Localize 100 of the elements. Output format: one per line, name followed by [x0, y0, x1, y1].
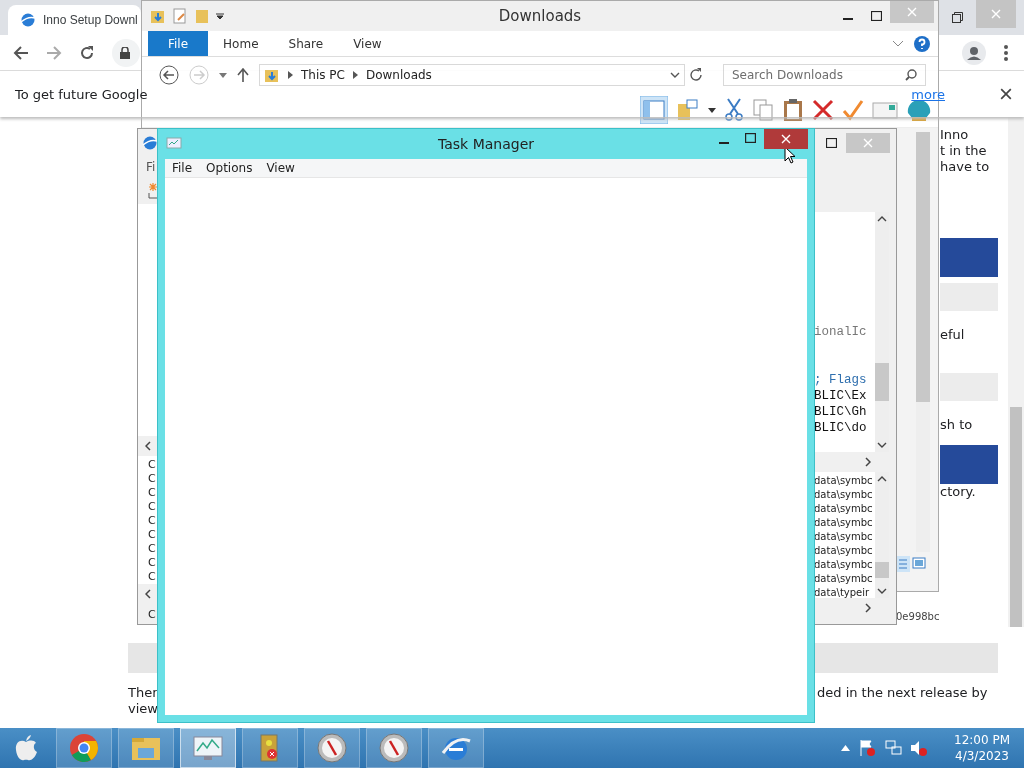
monitor-icon	[166, 137, 182, 151]
network-icon[interactable]	[884, 739, 902, 757]
refresh-icon[interactable]	[689, 68, 703, 82]
article-text: have to	[940, 159, 991, 175]
chrome-icon[interactable]	[69, 733, 99, 763]
ribbon-tab[interactable]: Share	[273, 31, 339, 56]
reload-icon[interactable]	[79, 44, 95, 61]
chevron-up-icon[interactable]	[841, 745, 850, 751]
scroll-left-icon[interactable]	[145, 589, 151, 599]
scroll-right-icon[interactable]	[865, 457, 871, 467]
address-bar[interactable]	[112, 38, 140, 67]
layout-icon[interactable]	[640, 96, 668, 124]
taskbar-button[interactable]	[56, 728, 112, 768]
apple-icon[interactable]	[13, 734, 39, 762]
list-text: C	[148, 542, 157, 556]
window-title: Downloads	[498, 7, 582, 25]
menu-icon[interactable]	[1004, 44, 1008, 61]
taskbar-button[interactable]	[242, 728, 298, 768]
compass-icon[interactable]	[379, 733, 409, 763]
scroll-down-icon[interactable]	[877, 442, 887, 448]
list-text: data\symbc	[814, 502, 874, 516]
taskbar-button[interactable]	[366, 728, 422, 768]
chevron-icon[interactable]	[670, 71, 680, 79]
address-field[interactable]: This PC Downloads	[259, 64, 685, 86]
list-text: data\symbc	[814, 530, 874, 544]
learn-more-link[interactable]: more	[911, 86, 945, 102]
menu-item[interactable]: Fi	[146, 160, 156, 174]
list-text: data\typeir	[814, 586, 871, 598]
scissors-icon[interactable]	[724, 98, 744, 122]
menu-item[interactable]: View	[266, 161, 295, 175]
code-line: ; Flags	[814, 372, 868, 388]
properties-icon[interactable]	[172, 8, 188, 24]
chevron-icon[interactable]	[892, 39, 904, 48]
code-band	[940, 283, 998, 311]
monitor-icon[interactable]	[192, 734, 224, 762]
dropdown-icon[interactable]	[708, 107, 716, 113]
scroll-up-icon[interactable]	[877, 476, 887, 482]
scroll-down-icon[interactable]	[877, 588, 887, 594]
shell-icon[interactable]	[906, 98, 932, 122]
scroll-thumb[interactable]	[1010, 407, 1022, 627]
search-icon[interactable]	[905, 69, 917, 81]
globe-icon	[142, 134, 158, 151]
back-icon[interactable]	[13, 44, 29, 61]
taskbar-button[interactable]	[118, 728, 174, 768]
scroll-thumb[interactable]	[916, 132, 930, 402]
taskbar-button[interactable]	[180, 728, 236, 768]
list-text: data\symbc	[814, 544, 874, 558]
clipboard-icon[interactable]	[782, 98, 804, 122]
close-icon[interactable]	[1000, 88, 1012, 100]
help-icon[interactable]	[914, 35, 930, 52]
list-text: C	[148, 458, 157, 472]
breadcrumb-arrow-icon[interactable]	[288, 71, 293, 79]
folder-icon[interactable]	[150, 8, 166, 24]
scroll-right-icon[interactable]	[865, 603, 871, 613]
scroll-left-icon[interactable]	[145, 441, 151, 451]
maximize-icon[interactable]	[870, 11, 882, 21]
ribbon-tab[interactable]: Home	[208, 31, 274, 56]
scroll-thumb[interactable]	[875, 363, 889, 401]
taskbar-button[interactable]	[428, 728, 484, 768]
article-text: ctory.	[940, 484, 977, 500]
compass-icon[interactable]	[317, 733, 347, 763]
scroll-thumb[interactable]	[875, 562, 889, 578]
ribbon-tab[interactable]: View	[338, 31, 397, 56]
taskbar-button[interactable]	[304, 728, 360, 768]
speaker-muted-icon[interactable]	[910, 739, 928, 757]
menu-item[interactable]: Options	[206, 161, 253, 175]
delete-icon[interactable]	[812, 99, 834, 121]
restore-icon[interactable]	[951, 12, 963, 23]
maximize-icon[interactable]	[745, 133, 756, 143]
infobar-message: To get future Google	[15, 86, 148, 102]
tiles-view-icon[interactable]	[912, 556, 926, 570]
search-field[interactable]: Search Downloads	[723, 64, 926, 86]
clock-time[interactable]: 12:00 PM	[954, 732, 1010, 748]
flag-icon[interactable]	[858, 739, 876, 757]
folder-check-icon[interactable]	[676, 98, 700, 122]
code-line: BLIC\Ex	[814, 388, 868, 404]
section-banner	[940, 238, 998, 277]
up-icon[interactable]	[237, 68, 249, 82]
status-text: C	[147, 607, 156, 621]
menu-item[interactable]: File	[172, 161, 193, 175]
ribbon-tab[interactable]: File	[148, 31, 209, 56]
browser-tab[interactable]: Inno Setup Downl	[8, 5, 141, 35]
maximize-icon[interactable]	[825, 137, 837, 148]
list-text: C	[148, 556, 157, 570]
back-icon[interactable]	[159, 65, 179, 85]
checkmark-icon[interactable]	[842, 99, 864, 121]
lock-icon	[120, 46, 130, 59]
dropdown-icon[interactable]	[216, 12, 224, 20]
new-file-icon[interactable]	[148, 183, 160, 199]
profile-icon[interactable]	[962, 40, 986, 65]
forward-icon[interactable]	[46, 44, 62, 61]
article-text: ded in the next release by	[817, 685, 989, 702]
list-text: data\symbc	[814, 516, 874, 530]
scroll-up-icon[interactable]	[877, 216, 887, 222]
globe-icon	[20, 12, 36, 28]
card-icon[interactable]	[872, 100, 898, 120]
breadcrumb-arrow-icon[interactable]	[352, 71, 358, 79]
list-text: data\symbc	[814, 474, 874, 488]
clock-date[interactable]: 4/3/2023	[955, 748, 1009, 764]
code-line: BLIC\Gh	[814, 404, 868, 420]
